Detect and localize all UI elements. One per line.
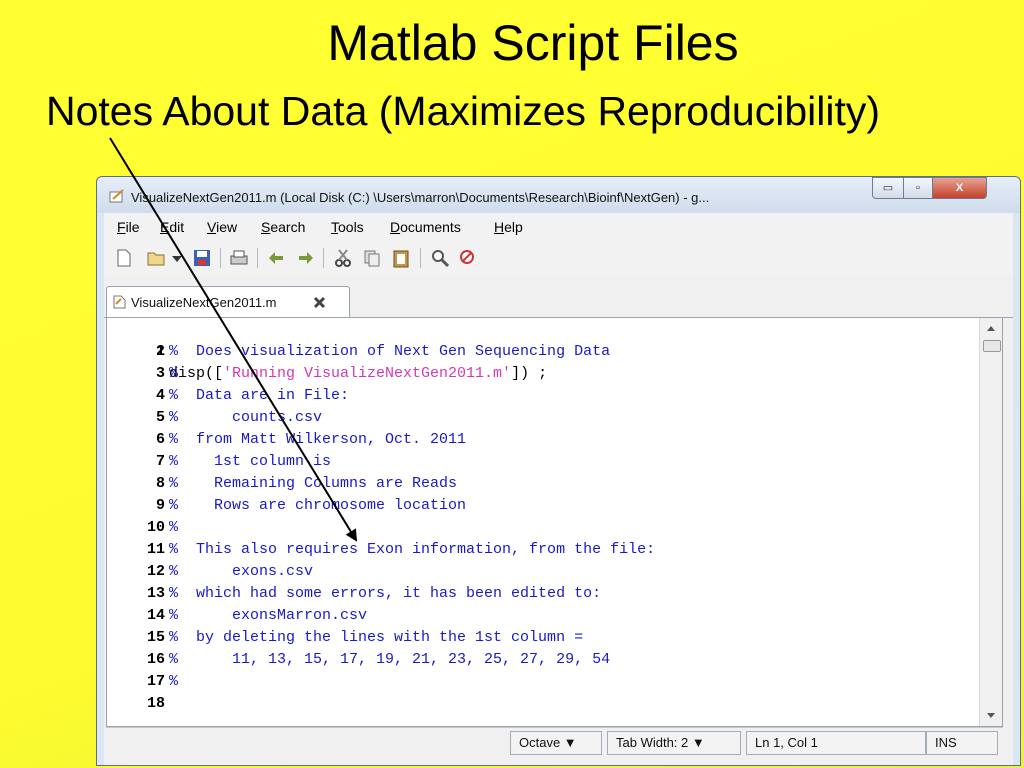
annotation-arrow xyxy=(109,137,358,542)
